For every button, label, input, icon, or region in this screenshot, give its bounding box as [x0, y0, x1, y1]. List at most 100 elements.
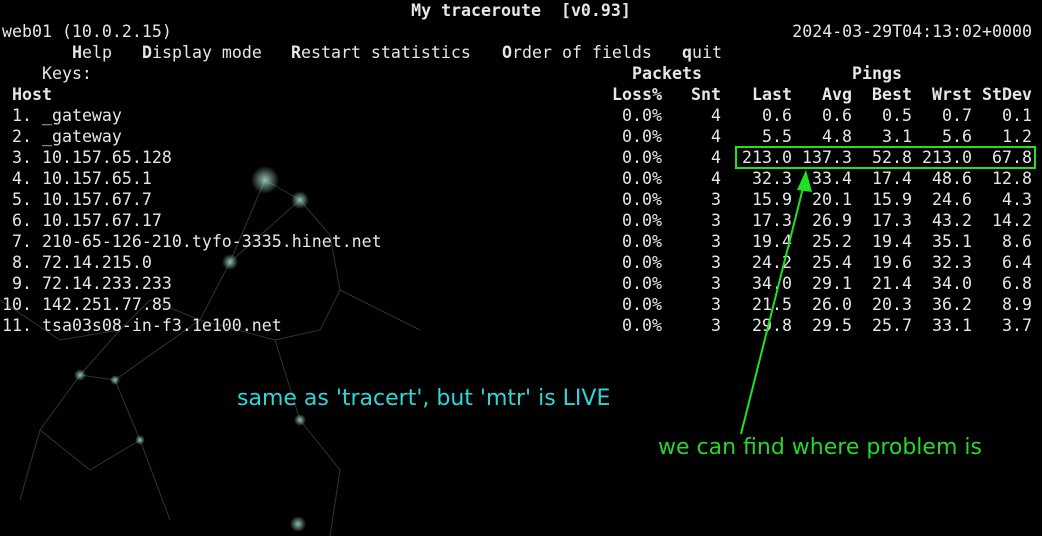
cell-stdev: 1.2	[1002, 127, 1032, 146]
hop-number: 6.	[2, 211, 32, 230]
cell-snt: 3	[711, 190, 721, 209]
cell-best: 19.4	[872, 232, 912, 251]
cell-stdev: 4.3	[1002, 190, 1032, 209]
cell-snt: 4	[711, 148, 721, 167]
cell-avg: 26.9	[812, 211, 852, 230]
cell-avg: 29.5	[812, 316, 852, 335]
column-header-last: Last	[752, 85, 792, 104]
cell-loss: 0.0%	[622, 232, 662, 251]
host-column-header: Host	[12, 85, 52, 104]
column-header-wrst: Wrst	[932, 85, 972, 104]
cell-avg: 25.4	[812, 253, 852, 272]
cell-best: 25.7	[872, 316, 912, 335]
cell-wrst: 35.1	[932, 232, 972, 251]
cell-best: 17.4	[872, 169, 912, 188]
hop-hostname: 10.157.67.17	[41, 211, 162, 230]
hop-number: 2.	[2, 127, 32, 146]
hop-number: 7.	[2, 232, 32, 251]
mtr-title: My traceroute [v0.93]	[411, 1, 631, 20]
hop-number: 11.	[2, 316, 32, 335]
pings-group-header: Pings	[852, 64, 902, 83]
cell-avg: 0.6	[822, 106, 852, 125]
key-order-of-fields[interactable]: Order of fields	[502, 42, 652, 63]
cell-last: 0.6	[762, 106, 792, 125]
key-quit[interactable]: quit	[682, 42, 722, 63]
hop-host: 1. _gateway	[2, 105, 122, 126]
key-restart-statistics[interactable]: Restart statistics	[291, 42, 471, 63]
key-quit-label: uit	[692, 43, 722, 62]
cell-snt: 3	[711, 274, 721, 293]
key-display-mode[interactable]: Display mode	[142, 42, 262, 63]
column-header-best: Best	[872, 85, 912, 104]
host-info: web01 (10.0.2.15)	[2, 22, 172, 41]
hop-hostname: 142.251.77.85	[41, 295, 172, 314]
column-header-stdev: StDev	[982, 85, 1032, 104]
hop-hostname: 10.157.65.1	[41, 169, 152, 188]
live-note: same as 'tracert', but 'mtr' is LIVE	[237, 386, 611, 411]
cell-last: 21.5	[752, 295, 792, 314]
cell-last: 34.0	[752, 274, 792, 293]
hop-hostname: 72.14.215.0	[41, 253, 152, 272]
cell-stdev: 12.8	[992, 169, 1032, 188]
key-display-label: isplay mode	[152, 43, 262, 62]
hop-hostname: tsa03s08-in-f3.1e100.net	[41, 316, 282, 335]
hop-hostname: 10.157.65.128	[41, 148, 172, 167]
hop-number: 3.	[2, 148, 32, 167]
cell-snt: 4	[711, 169, 721, 188]
cell-best: 0.5	[882, 106, 912, 125]
hop-host: 2. _gateway	[2, 126, 122, 147]
cell-loss: 0.0%	[622, 295, 662, 314]
cell-loss: 0.0%	[622, 127, 662, 146]
key-order-letter: O	[502, 43, 512, 62]
cell-avg: 20.1	[812, 190, 852, 209]
hop-host: 7. 210-65-126-210.tyfo-3335.hinet.net	[2, 231, 382, 252]
cell-snt: 3	[711, 295, 721, 314]
cell-loss: 0.0%	[622, 169, 662, 188]
hop-host: 10. 142.251.77.85	[2, 294, 172, 315]
cell-wrst: 48.6	[932, 169, 972, 188]
hop-number: 5.	[2, 190, 32, 209]
column-header-loss: Loss%	[612, 85, 662, 104]
cell-avg: 25.2	[812, 232, 852, 251]
cell-snt: 3	[711, 232, 721, 251]
cell-avg: 33.4	[812, 169, 852, 188]
cell-loss: 0.0%	[622, 253, 662, 272]
cell-snt: 3	[711, 316, 721, 335]
cell-wrst: 24.6	[932, 190, 972, 209]
cell-stdev: 14.2	[992, 211, 1032, 230]
key-order-label: rder of fields	[512, 43, 652, 62]
cell-wrst: 0.7	[942, 106, 972, 125]
cell-last: 29.8	[752, 316, 792, 335]
key-quit-letter: q	[682, 43, 692, 62]
column-header-avg: Avg	[822, 85, 852, 104]
cell-last: 17.3	[752, 211, 792, 230]
cell-wrst: 43.2	[932, 211, 972, 230]
cell-best: 20.3	[872, 295, 912, 314]
cell-snt: 3	[711, 253, 721, 272]
cell-wrst: 34.0	[932, 274, 972, 293]
hop-number: 9.	[2, 274, 32, 293]
timestamp: 2024-03-29T04:13:02+0000	[792, 22, 1032, 41]
cell-avg: 4.8	[822, 127, 852, 146]
cell-loss: 0.0%	[622, 274, 662, 293]
cell-stdev: 6.4	[1002, 253, 1032, 272]
hop-number: 10.	[2, 295, 32, 314]
cell-last: 32.3	[752, 169, 792, 188]
cell-best: 19.6	[872, 253, 912, 272]
key-help[interactable]: Help	[72, 42, 112, 63]
hop-hostname: 10.157.67.7	[41, 190, 152, 209]
cell-loss: 0.0%	[622, 316, 662, 335]
hop-hostname: _gateway	[41, 106, 122, 125]
cell-last: 5.5	[762, 127, 792, 146]
cell-best: 17.3	[872, 211, 912, 230]
cell-stdev: 8.6	[1002, 232, 1032, 251]
cell-wrst: 32.3	[932, 253, 972, 272]
cell-last: 15.9	[752, 190, 792, 209]
hop-number: 4.	[2, 169, 32, 188]
packets-group-header: Packets	[632, 64, 702, 83]
hop-hostname: 210-65-126-210.tyfo-3335.hinet.net	[41, 232, 382, 251]
problem-hop-highlight	[735, 146, 1036, 169]
hop-host: 8. 72.14.215.0	[2, 252, 152, 273]
cell-avg: 26.0	[812, 295, 852, 314]
cell-wrst: 33.1	[932, 316, 972, 335]
